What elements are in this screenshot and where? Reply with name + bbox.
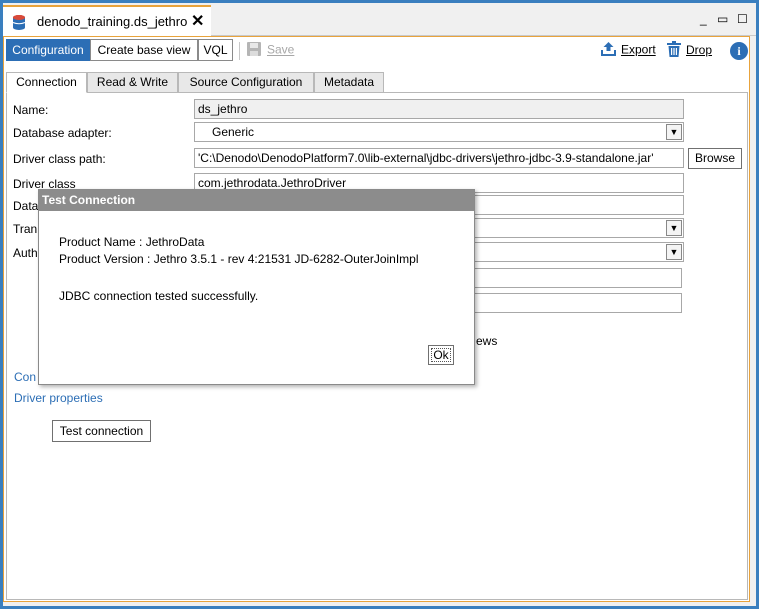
export-label: Export — [621, 42, 656, 57]
drop-button[interactable]: Drop — [666, 41, 712, 61]
export-button[interactable]: Export — [600, 41, 656, 60]
save-icon — [246, 41, 262, 60]
drop-label: Drop — [686, 43, 713, 58]
transaction-isolation-label: Tran — [13, 222, 38, 236]
save-label: Save — [267, 42, 295, 57]
chevron-down-icon[interactable]: ▼ — [666, 244, 682, 260]
info-icon[interactable]: i — [730, 42, 748, 60]
tab-connection[interactable]: Connection — [6, 72, 87, 93]
vql-button[interactable]: VQL — [198, 39, 233, 61]
driver-class-path-label: Driver class path: — [13, 152, 106, 166]
export-icon — [600, 41, 617, 60]
test-connection-dialog: Test Connection Product Name : JethroDat… — [38, 189, 475, 385]
database-adapter-value: Generic — [212, 125, 255, 139]
ok-button[interactable]: Ok — [428, 345, 454, 365]
close-tab-icon[interactable]: ✕ — [191, 11, 204, 31]
success-message: JDBC connection tested successfully. — [59, 289, 259, 303]
restore-icon[interactable]: ▭ — [717, 12, 728, 26]
tab-metadata[interactable]: Metadata — [314, 72, 384, 93]
product-version-text: Product Version : Jethro 3.5.1 - rev 4:2… — [59, 252, 419, 266]
drop-icon — [666, 41, 682, 61]
name-field[interactable]: ds_jethro — [194, 99, 684, 119]
driver-properties-link[interactable]: Driver properties — [14, 391, 103, 405]
chevron-down-icon[interactable]: ▼ — [666, 124, 682, 140]
database-adapter-label: Database adapter: — [13, 126, 112, 140]
editor-tab-title: denodo_training.ds_jethro — [37, 14, 188, 29]
dialog-title: Test Connection — [39, 190, 474, 211]
database-adapter-select[interactable]: Generic ▼ — [194, 122, 684, 142]
browse-button[interactable]: Browse — [688, 148, 742, 169]
product-name-text: Product Name : JethroData — [59, 235, 205, 249]
chevron-down-icon[interactable]: ▼ — [666, 220, 682, 236]
tab-source-configuration[interactable]: Source Configuration — [178, 72, 314, 93]
configuration-button[interactable]: Configuration — [6, 39, 90, 61]
minimize-icon[interactable]: _ — [700, 12, 707, 26]
editor-tab[interactable]: denodo_training.ds_jethro ✕ — [3, 5, 211, 36]
database-uri-label: Data — [13, 199, 39, 213]
authentication-label: Auth — [13, 246, 38, 260]
database-icon — [11, 14, 27, 35]
save-button[interactable]: Save — [246, 41, 294, 60]
tab-read-write[interactable]: Read & Write — [87, 72, 178, 93]
toolbar-separator — [239, 42, 240, 60]
name-label: Name: — [13, 103, 49, 117]
maximize-icon[interactable]: ☐ — [737, 12, 748, 26]
test-connection-button[interactable]: Test connection — [52, 420, 151, 442]
driver-class-path-field[interactable]: 'C:\Denodo\DenodoPlatform7.0\lib-externa… — [194, 148, 684, 168]
views-option-label: ews — [476, 334, 498, 348]
connection-pool-link[interactable]: Con — [14, 370, 36, 384]
create-base-view-button[interactable]: Create base view — [90, 39, 198, 61]
